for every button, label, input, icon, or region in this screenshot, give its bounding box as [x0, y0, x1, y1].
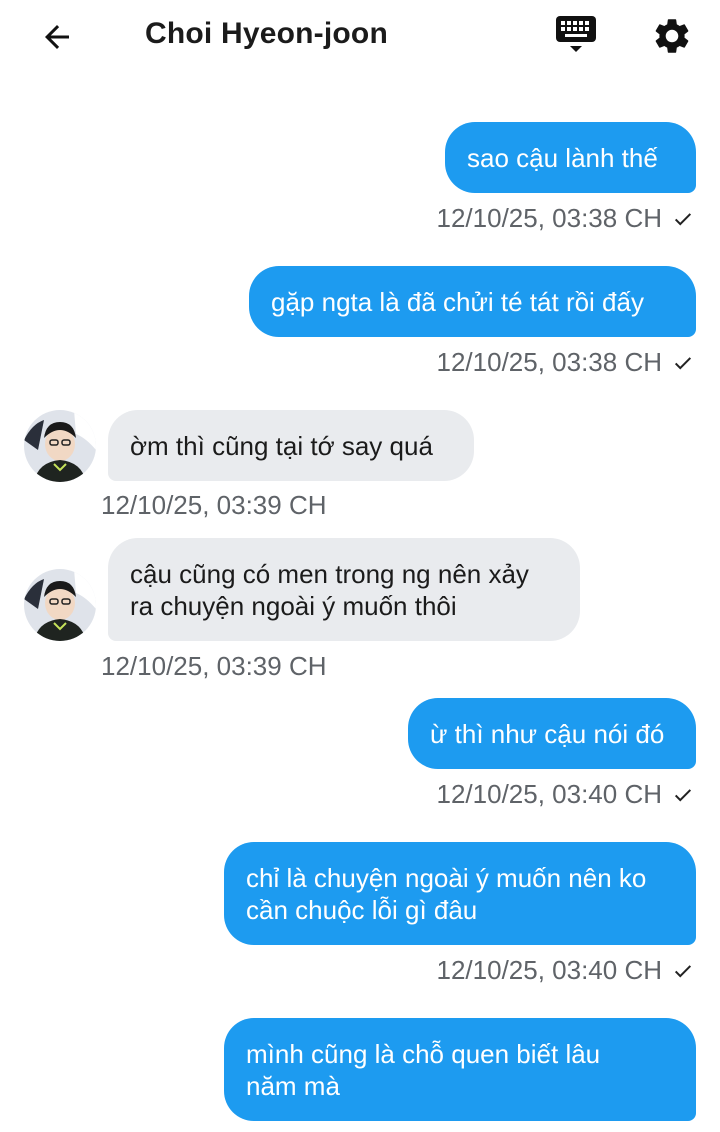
keyboard-toggle-button[interactable]: [552, 12, 600, 60]
message-bubble-outgoing[interactable]: ừ thì như cậu nói đó: [408, 698, 696, 769]
message-meta: 12/10/25, 03:40 CH: [437, 955, 695, 986]
avatar-photo: [24, 569, 96, 641]
message-text-line: năm mà: [246, 1070, 340, 1101]
keyboard-icon: [556, 16, 596, 52]
back-button[interactable]: [34, 14, 80, 60]
message-bubble-outgoing[interactable]: sao cậu lành thế: [445, 122, 696, 193]
checkmark-icon: [674, 964, 692, 977]
message-text-line: cần chuộc lỗi gì đâu: [246, 894, 478, 925]
message-meta: 12/10/25, 03:40 CH: [437, 779, 695, 810]
contact-avatar[interactable]: [24, 410, 96, 482]
message-bubble-incoming[interactable]: ờm thì cũng tại tớ say quá: [108, 410, 474, 481]
message-text: ừ thì như cậu nói đó: [430, 718, 665, 749]
message-meta: 12/10/25, 03:39 CH: [101, 651, 327, 682]
message-timestamp: 12/10/25, 03:39 CH: [101, 490, 327, 520]
contact-name: Choi Hyeon-joon: [145, 17, 388, 50]
arrow-left-icon: [45, 25, 69, 49]
message-bubble-outgoing[interactable]: mình cũng là chỗ quen biết lâu năm mà: [224, 1018, 696, 1121]
message-text-line: cậu cũng có men trong ng nên xảy: [130, 558, 529, 589]
message-text: gặp ngta là đã chửi té tát rồi đấy: [271, 286, 644, 317]
checkmark-icon: [674, 788, 692, 801]
avatar-photo: [24, 410, 96, 482]
gear-icon: [655, 19, 689, 53]
settings-button[interactable]: [648, 12, 696, 60]
message-bubble-outgoing[interactable]: gặp ngta là đã chửi té tát rồi đấy: [249, 266, 696, 337]
message-timestamp: 12/10/25, 03:38 CH: [436, 347, 663, 377]
message-text-line: chỉ là chuyện ngoài ý muốn nên ko: [246, 862, 647, 893]
checkmark-icon: [674, 212, 692, 225]
message-meta: 12/10/25, 03:39 CH: [101, 490, 327, 521]
message-text: ờm thì cũng tại tớ say quá: [130, 430, 433, 461]
message-bubble-incoming[interactable]: cậu cũng có men trong ng nên xảy ra chuy…: [108, 538, 580, 641]
checkmark-icon: [674, 356, 692, 369]
message-text-line: mình cũng là chỗ quen biết lâu: [246, 1038, 601, 1069]
contact-avatar[interactable]: [24, 569, 96, 641]
message-timestamp: 12/10/25, 03:38 CH: [436, 203, 663, 233]
chat-header: Choi Hyeon-joon: [0, 0, 720, 78]
message-bubble-outgoing[interactable]: chỉ là chuyện ngoài ý muốn nên ko cần ch…: [224, 842, 696, 945]
message-meta: 12/10/25, 03:38 CH: [437, 203, 695, 234]
message-timestamp: 12/10/25, 03:39 CH: [101, 651, 327, 681]
message-text: sao cậu lành thế: [467, 142, 658, 173]
message-timestamp: 12/10/25, 03:40 CH: [436, 779, 663, 809]
message-meta: 12/10/25, 03:38 CH: [437, 347, 695, 378]
message-text-line: ra chuyện ngoài ý muốn thôi: [130, 590, 457, 621]
message-timestamp: 12/10/25, 03:40 CH: [436, 955, 663, 985]
